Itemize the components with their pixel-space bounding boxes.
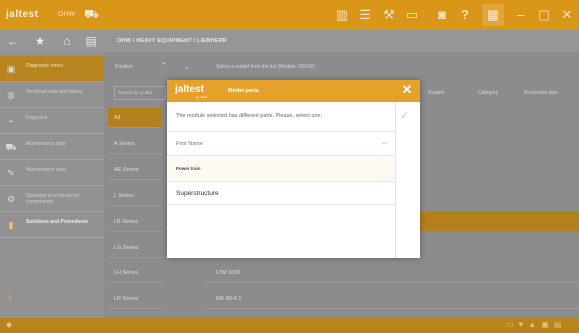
list-item[interactable]: LG Series [108, 238, 162, 258]
dialog-title: Model parts [228, 88, 259, 94]
sidebar-item-technical-data[interactable]: ◍ Technical data and tables [0, 82, 104, 108]
filter-label: Position [115, 64, 133, 70]
filter-hint: Select a model from the list (Models: 28… [216, 64, 316, 70]
chevron-down-icon[interactable]: ⌄ [183, 61, 191, 72]
sidebar-item-label: Technical data and tables [26, 89, 83, 95]
list-item[interactable]: LB Series [108, 212, 162, 232]
list-item[interactable]: LR Series [108, 289, 162, 309]
dialog-message: The module selected has different parts.… [176, 113, 323, 119]
star-icon[interactable]: ★ [33, 34, 47, 48]
close-icon[interactable]: ✕ [558, 6, 576, 24]
sidebar-item-diagnostic-menu[interactable]: ▣ Diagnostic menu [0, 56, 104, 82]
sidebar-item-label: Diagnostic menu [26, 63, 64, 69]
dialog-logo-sub: by cojali [196, 95, 207, 99]
sidebar-item-label: Maintenance data [26, 167, 66, 173]
list-item[interactable]: L Series [108, 186, 162, 206]
book-icon: ▮ [8, 220, 14, 230]
list-item[interactable]: All [108, 108, 162, 128]
data-icon: ◍ [7, 90, 15, 100]
list-item[interactable]: LH Series [108, 263, 162, 283]
sidebar-item-maintenance[interactable]: ⛟ Maintenance data [0, 134, 104, 160]
column-header-label: First Name [176, 141, 203, 147]
table-row[interactable]: MK 88-4.1 [206, 289, 579, 309]
status-icon: ◆ [6, 320, 13, 329]
camera-icon[interactable]: ◙ [433, 6, 451, 24]
dialog-close-icon[interactable]: ✕ [400, 83, 414, 97]
wrench-icon: ✎ [7, 168, 15, 178]
list-item[interactable]: A Series [108, 134, 162, 154]
option-superstructure[interactable]: Superstructure [167, 181, 395, 205]
sidebar-item-standard-procedures[interactable]: ⚙ Standard procedures for components [0, 186, 104, 212]
search-input[interactable]: Search by model [114, 86, 166, 100]
status-bar [0, 318, 579, 333]
menu-icon: ▦ [486, 7, 500, 22]
sort-icon: ═ [382, 140, 387, 147]
option-label: Power train [176, 166, 201, 171]
minimize-icon[interactable]: – [512, 6, 530, 24]
filter-procedure-type[interactable]: Procedure type [524, 90, 558, 96]
diagnostic-icon: ▣ [6, 64, 16, 74]
option-label: Superstructure [176, 190, 219, 197]
sidebar-item-solutions[interactable]: ▮ Solutions and Procedures [0, 212, 104, 238]
option-power-train[interactable]: Power train [167, 155, 395, 181]
app-logo-suffix: OHW [58, 11, 76, 18]
column-header[interactable]: First Name ═ [167, 131, 395, 155]
truck-icon[interactable]: ⛟ [84, 7, 99, 21]
sidebar-item-maintenance-2[interactable]: ✎ Maintenance data [0, 160, 104, 186]
list-item[interactable]: AE Series [108, 160, 162, 180]
chevron-up-icon[interactable]: ⌃ [160, 61, 168, 72]
sidebar-item-label: Diagrams [26, 115, 48, 121]
sidebar-item-diagrams[interactable]: ⌁ Diagrams [0, 108, 104, 134]
calendar-icon[interactable]: ▤ [84, 34, 98, 48]
signal-icon[interactable]: ▥ [333, 6, 351, 24]
sidebar-item-label: Standard procedures for components [26, 193, 80, 205]
back-arrow-icon[interactable]: ← [6, 34, 20, 48]
home-icon[interactable]: ⌂ [60, 34, 74, 48]
dialog-divider [395, 102, 396, 258]
app-logo: jaltest [6, 9, 39, 20]
filter-system[interactable]: System [428, 90, 445, 96]
help-icon[interactable]: ? [456, 6, 474, 24]
confirm-check-icon[interactable]: ✓ [400, 109, 409, 122]
status-icons: ▭♥▲▣▤ [506, 320, 567, 329]
chevron-left-icon[interactable]: ‹ [8, 290, 12, 304]
breadcrumb: OHW / HEAVY EQUIPMENT / LIEBHERR [117, 38, 227, 44]
list-icon[interactable]: ☰ [356, 6, 374, 24]
maintenance-icon: ⛟ [5, 142, 17, 152]
procedures-icon: ⚙ [6, 194, 16, 204]
table-row[interactable]: LTM 1000 [206, 263, 579, 283]
filter-category[interactable]: Category [478, 90, 498, 96]
diagrams-icon: ⌁ [8, 116, 14, 126]
sidebar-item-label: Solutions and Procedures [26, 219, 88, 225]
maximize-icon[interactable]: ▢ [535, 6, 553, 24]
bars-icon[interactable]: ▭ [403, 6, 421, 24]
sidebar-item-label: Maintenance data [26, 141, 66, 147]
tools-icon[interactable]: ⚒ [380, 6, 398, 24]
dialog-logo: jaltest [175, 84, 204, 95]
